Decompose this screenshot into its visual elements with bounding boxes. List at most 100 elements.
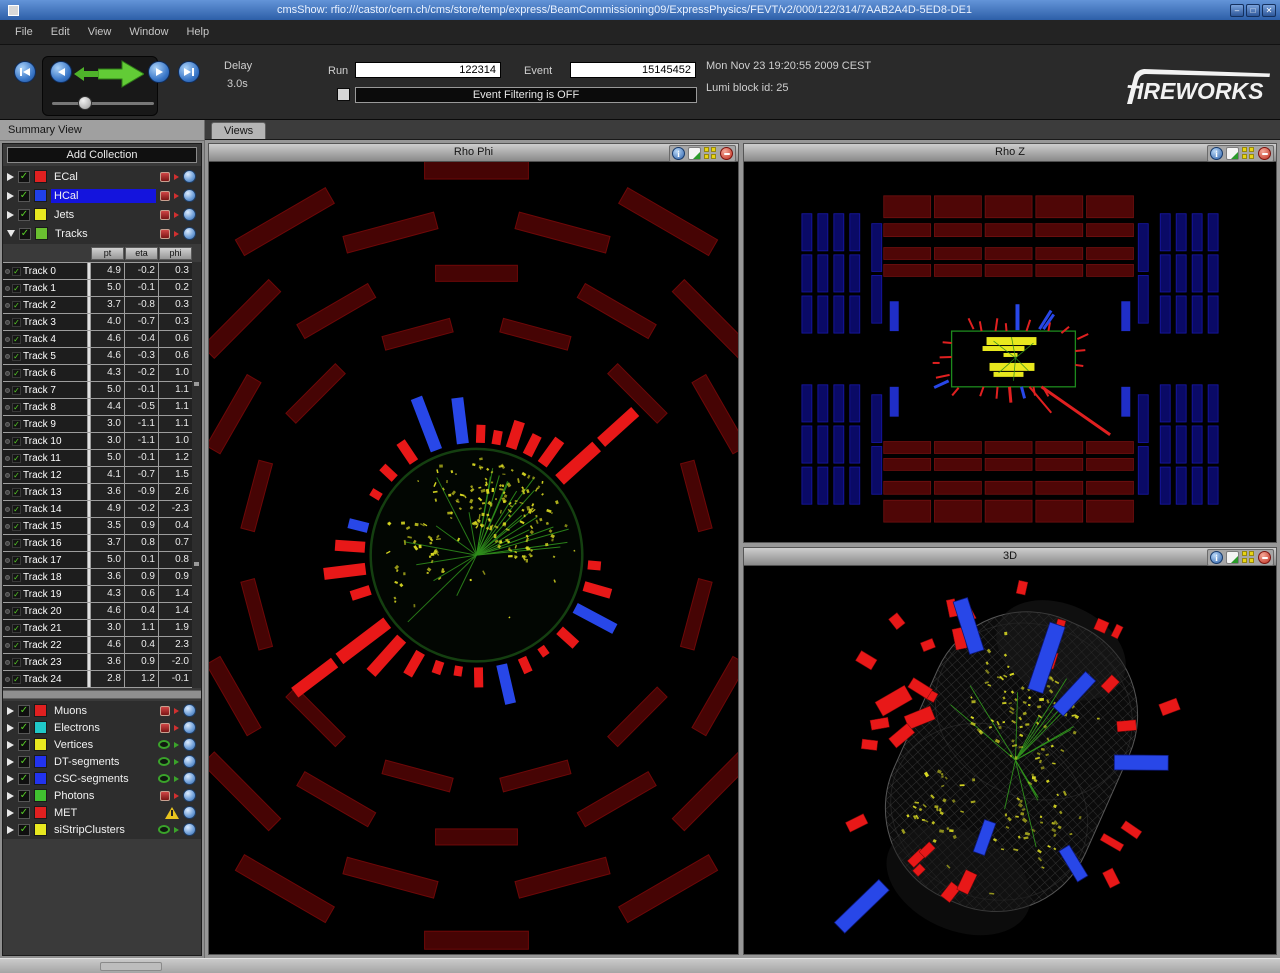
- popout-button[interactable]: [1226, 551, 1239, 564]
- collection-box-icon[interactable]: [160, 210, 170, 220]
- track-checkbox-icon[interactable]: [12, 352, 21, 361]
- collection-eye-icon[interactable]: [158, 774, 170, 783]
- track-eye-icon[interactable]: [5, 541, 10, 546]
- track-checkbox-icon[interactable]: [12, 539, 21, 548]
- track-eye-icon[interactable]: [5, 371, 10, 376]
- add-collection-button[interactable]: Add Collection: [7, 147, 197, 163]
- collection-row-photons[interactable]: Photons: [3, 787, 201, 804]
- track-row[interactable]: Track 75.0-0.11.1: [3, 382, 192, 398]
- track-eye-icon[interactable]: [5, 422, 10, 427]
- maximize-view-button[interactable]: [1242, 147, 1255, 160]
- collection-box-icon[interactable]: [160, 191, 170, 201]
- previous-event-button[interactable]: [50, 61, 72, 83]
- track-row[interactable]: Track 242.81.2-0.1: [3, 671, 192, 687]
- collection-color-swatch[interactable]: [34, 806, 47, 819]
- menu-item-file[interactable]: File: [8, 24, 40, 40]
- collection-checkbox-icon[interactable]: [18, 209, 30, 221]
- track-eye-icon[interactable]: [5, 320, 10, 325]
- track-row[interactable]: Track 23.7-0.80.3: [3, 297, 192, 313]
- menu-item-edit[interactable]: Edit: [44, 24, 77, 40]
- track-eye-icon[interactable]: [5, 269, 10, 274]
- track-eye-icon[interactable]: [5, 626, 10, 631]
- collection-color-swatch[interactable]: [34, 704, 47, 717]
- collection-expander-icon[interactable]: [7, 792, 14, 800]
- track-row[interactable]: Track 163.70.80.7: [3, 535, 192, 551]
- collection-box-icon[interactable]: [160, 791, 170, 801]
- collection-info-icon[interactable]: [183, 170, 196, 183]
- track-eye-icon[interactable]: [5, 439, 10, 444]
- track-checkbox-icon[interactable]: [12, 641, 21, 650]
- next-event-button[interactable]: [148, 61, 170, 83]
- collection-eye-icon[interactable]: [158, 740, 170, 749]
- track-row[interactable]: Track 64.3-0.21.0: [3, 365, 192, 381]
- track-row[interactable]: Track 153.50.90.4: [3, 518, 192, 534]
- popout-button[interactable]: [1226, 147, 1239, 160]
- collection-row-ecal[interactable]: ECal: [3, 167, 201, 186]
- collection-info-icon[interactable]: [183, 227, 196, 240]
- collection-expander-icon[interactable]: [7, 809, 14, 817]
- close-button[interactable]: ✕: [1262, 4, 1276, 17]
- collection-box-icon[interactable]: [160, 723, 170, 733]
- play-forward-arrow-icon[interactable]: [98, 60, 144, 88]
- collection-expander-icon[interactable]: [7, 741, 14, 749]
- track-row[interactable]: Track 213.01.11.9: [3, 620, 192, 636]
- collection-color-swatch[interactable]: [34, 721, 47, 734]
- track-eye-icon[interactable]: [5, 524, 10, 529]
- track-eye-icon[interactable]: [5, 473, 10, 478]
- last-event-button[interactable]: [178, 61, 200, 83]
- track-eye-icon[interactable]: [5, 337, 10, 342]
- delay-slider-knob[interactable]: [78, 96, 92, 110]
- collection-row-vertices[interactable]: Vertices: [3, 736, 201, 753]
- track-row[interactable]: Track 15.0-0.10.2: [3, 280, 192, 296]
- collection-checkbox-icon[interactable]: [18, 807, 30, 819]
- collection-box-icon[interactable]: [160, 706, 170, 716]
- collection-expander-icon[interactable]: [7, 724, 14, 732]
- track-row[interactable]: Track 183.60.90.9: [3, 569, 192, 585]
- collection-color-swatch[interactable]: [34, 823, 47, 836]
- track-row[interactable]: Track 34.0-0.70.3: [3, 314, 192, 330]
- collection-info-icon[interactable]: [183, 738, 196, 751]
- track-row[interactable]: Track 224.60.42.3: [3, 637, 192, 653]
- event-input[interactable]: [570, 62, 696, 78]
- collection-expander-icon[interactable]: [7, 707, 14, 715]
- rho-z-header[interactable]: Rho Z: [744, 144, 1276, 162]
- menu-item-view[interactable]: View: [81, 24, 119, 40]
- collection-expander-icon[interactable]: [7, 173, 14, 181]
- collection-color-swatch[interactable]: [34, 755, 47, 768]
- track-checkbox-icon[interactable]: [12, 284, 21, 293]
- track-checkbox-icon[interactable]: [12, 318, 21, 327]
- collection-checkbox-icon[interactable]: [18, 739, 30, 751]
- three-d-canvas[interactable]: [744, 566, 1276, 954]
- tab-views[interactable]: Views: [211, 122, 266, 139]
- run-input[interactable]: [355, 62, 501, 78]
- collection-checkbox-icon[interactable]: [18, 190, 30, 202]
- info-button[interactable]: [1210, 551, 1223, 564]
- track-checkbox-icon[interactable]: [12, 658, 21, 667]
- collection-checkbox-icon[interactable]: [18, 171, 30, 183]
- collection-info-icon[interactable]: [183, 823, 196, 836]
- collection-info-icon[interactable]: [183, 789, 196, 802]
- event-filter-button[interactable]: Event Filtering is OFF: [355, 87, 697, 103]
- track-eye-icon[interactable]: [5, 575, 10, 580]
- track-row[interactable]: Track 124.1-0.71.5: [3, 467, 192, 483]
- track-eye-icon[interactable]: [5, 405, 10, 410]
- track-row[interactable]: Track 44.6-0.40.6: [3, 331, 192, 347]
- collection-info-icon[interactable]: [183, 772, 196, 785]
- collection-expander-icon[interactable]: [7, 230, 15, 237]
- track-checkbox-icon[interactable]: [12, 488, 21, 497]
- collection-expander-icon[interactable]: [7, 211, 14, 219]
- track-checkbox-icon[interactable]: [12, 556, 21, 565]
- track-checkbox-icon[interactable]: [12, 369, 21, 378]
- collection-color-swatch[interactable]: [34, 772, 47, 785]
- collection-color-swatch[interactable]: [34, 189, 47, 202]
- menu-item-help[interactable]: Help: [179, 24, 216, 40]
- collection-row-jets[interactable]: Jets: [3, 205, 201, 224]
- collection-checkbox-icon[interactable]: [18, 824, 30, 836]
- collection-eye-icon[interactable]: [158, 825, 170, 834]
- track-checkbox-icon[interactable]: [12, 675, 21, 684]
- sidebar-splitter[interactable]: [3, 690, 201, 699]
- minimize-button[interactable]: –: [1230, 4, 1244, 17]
- track-row[interactable]: Track 133.6-0.92.6: [3, 484, 192, 500]
- track-eye-icon[interactable]: [5, 643, 10, 648]
- track-row[interactable]: Track 04.9-0.20.3: [3, 263, 192, 279]
